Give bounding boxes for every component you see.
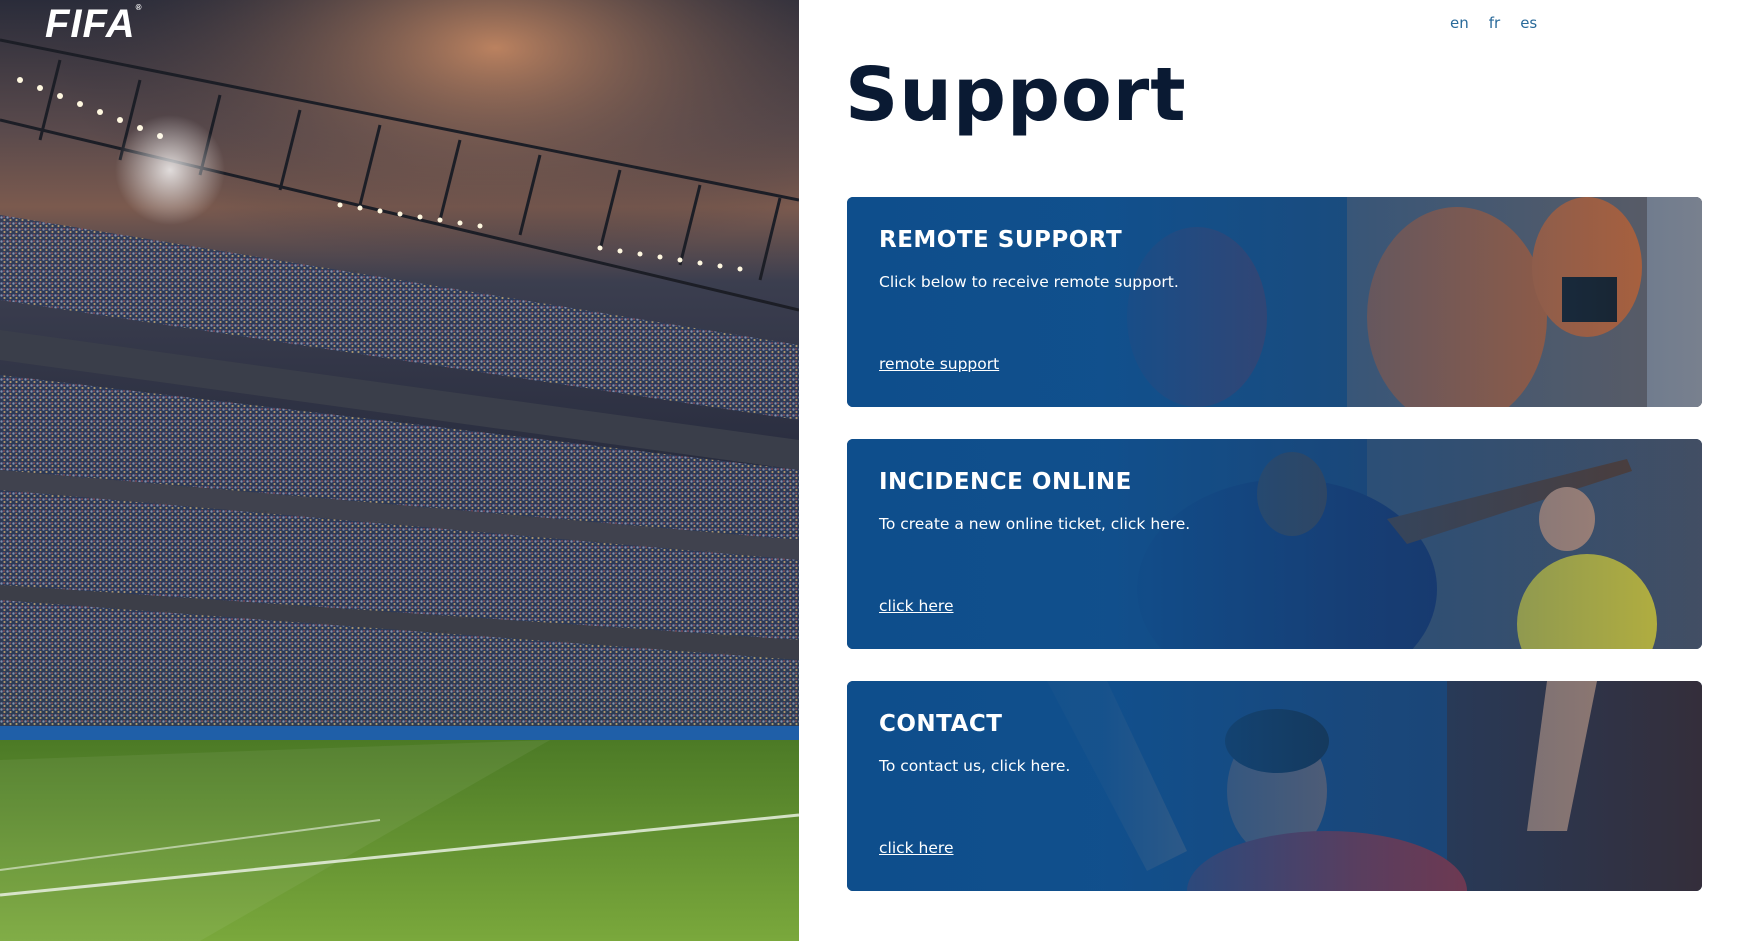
page-title: Support	[845, 52, 1187, 138]
remote-support-card: REMOTE SUPPORT Click below to receive re…	[847, 197, 1702, 407]
contact-card: CONTACT To contact us, click here. click…	[847, 681, 1702, 891]
card-description: To contact us, click here.	[879, 757, 1071, 775]
language-link-en[interactable]: en	[1450, 14, 1469, 32]
incidence-online-card: INCIDENCE ONLINE To create a new online …	[847, 439, 1702, 649]
language-link-es[interactable]: es	[1520, 14, 1537, 32]
card-title: REMOTE SUPPORT	[879, 227, 1123, 253]
stadium-hero-image: FIFA®	[0, 0, 799, 941]
fifa-logo[interactable]: FIFA®	[45, 4, 143, 45]
card-description: Click below to receive remote support.	[879, 273, 1179, 291]
card-title: INCIDENCE ONLINE	[879, 469, 1132, 495]
create-ticket-link[interactable]: click here	[879, 597, 954, 615]
language-link-fr[interactable]: fr	[1489, 14, 1500, 32]
card-description: To create a new online ticket, click her…	[879, 515, 1191, 533]
language-switcher: en fr es	[1450, 14, 1537, 32]
contact-link[interactable]: click here	[879, 839, 954, 857]
card-title: CONTACT	[879, 711, 1003, 737]
remote-support-link[interactable]: remote support	[879, 355, 999, 373]
stadium-illustration	[0, 0, 799, 941]
